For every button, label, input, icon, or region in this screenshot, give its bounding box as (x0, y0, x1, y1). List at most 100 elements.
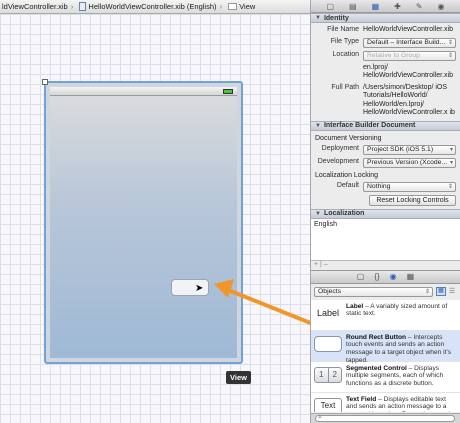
reset-locking-controls-button[interactable]: Reset Locking Controls (369, 194, 456, 206)
development-value: Previous Version (Xcode... (367, 158, 448, 166)
breadcrumb-xib-english-label: HelloWorldViewController.xib (English) (88, 2, 217, 11)
development-popup[interactable]: Previous Version (Xcode... ▾ (363, 157, 456, 168)
full-path-row: Full Path /Users/simon/Desktop/ iOS Tuto… (311, 84, 460, 118)
library-category-value: Objects (318, 287, 342, 295)
library-item-description: Round Rect Button – Intercepts touch eve… (346, 334, 457, 365)
disclosure-triangle-icon: ▼ (315, 122, 321, 129)
library-item-description: Segmented Control – Displays multiple se… (346, 365, 457, 388)
library-search-input[interactable]: ⌕ (315, 414, 455, 422)
label-thumbnail: Label (314, 303, 342, 323)
chevron-down-icon: ▾ (449, 159, 453, 166)
segment-2: 2 (327, 367, 342, 382)
breadcrumb-xib-english[interactable]: HelloWorldViewController.xib (English) › (77, 2, 226, 11)
localization-section-header[interactable]: ▼ Localization (311, 208, 460, 219)
code-snippet-icon[interactable]: {} (374, 272, 379, 281)
library-item-title: Label (346, 302, 364, 310)
xib-file-icon (79, 2, 87, 11)
library-item-title: Round Rect Button (346, 333, 407, 341)
localization-header-label: Localization (323, 210, 365, 217)
popup-arrows-icon: ⇕ (447, 39, 453, 46)
breadcrumb-xib[interactable]: ldViewController.xib › (0, 2, 77, 11)
popup-arrows-icon: ⇕ (424, 288, 430, 295)
view-badge: View (226, 371, 251, 384)
inspector-selector-bar: ▢ ▤ ▦ ✚ ✎ ◉ (311, 0, 460, 13)
text-field-thumbnail: Text (314, 396, 342, 412)
file-type-label: File Type (330, 37, 359, 45)
segment-1: 1 (319, 369, 324, 379)
battery-icon (223, 89, 233, 94)
view-content-area[interactable]: ➤ (50, 96, 237, 358)
full-path-label: Full Path (331, 83, 359, 91)
file-type-popup[interactable]: Default – Interface Build... ⇕ (363, 37, 456, 48)
breadcrumb-xib-label: ldViewController.xib (2, 2, 68, 11)
jump-bar: ldViewController.xib › HelloWorldViewCon… (0, 0, 310, 14)
ib-document-header-label: Interface Builder Document (323, 122, 416, 129)
grid-view-icon[interactable]: ▦ (436, 287, 446, 296)
deployment-popup[interactable]: Project SDK (iOS 5.1) ▾ (363, 144, 456, 155)
simulated-status-bar (50, 87, 237, 96)
chevron-right-icon: › (219, 2, 223, 11)
default-value: Nothing (367, 182, 391, 190)
list-item[interactable]: English (314, 221, 457, 228)
object-library-icon[interactable]: ◉ (390, 272, 397, 281)
segmented-control-thumbnail: 12 (314, 365, 342, 385)
library-search-bar: ⌕ (311, 413, 460, 423)
breadcrumb-view[interactable]: View (226, 2, 256, 11)
mouse-cursor-icon: ➤ (195, 283, 204, 294)
library-item-segmented-control[interactable]: 12 Segmented Control – Displays multiple… (311, 362, 460, 393)
development-label: Development (317, 157, 359, 165)
chevron-right-icon: › (70, 2, 74, 11)
size-inspector-icon[interactable]: ✎ (416, 2, 423, 11)
chevron-down-icon: ▾ (449, 146, 453, 153)
view-icon (228, 3, 238, 10)
development-row: Development Previous Version (Xcode... ▾ (311, 157, 460, 168)
library-filter-bar: Objects ⇕ ▦ ☰ (311, 284, 460, 300)
file-type-row: File Type Default – Interface Build... ⇕ (311, 37, 460, 48)
resize-handle[interactable] (42, 79, 48, 85)
deployment-row: Deployment Project SDK (iOS 5.1) ▾ (311, 144, 460, 155)
location-path-row: en.lproj/ HelloWorldViewController.xib (311, 64, 460, 81)
location-path-value: en.lproj/ HelloWorldViewController.xib (363, 63, 454, 80)
library-item-title: Segmented Control (346, 364, 407, 372)
library-item-label[interactable]: Label Label – A variably sized amount of… (311, 300, 460, 331)
file-name-value[interactable]: HelloWorldViewController.xib (363, 26, 460, 35)
localization-add-remove[interactable]: + | – (311, 261, 460, 270)
round-rect-button-thumbnail (314, 334, 342, 354)
location-row: Location Relative to Group ⇕ (311, 50, 460, 61)
document-versioning-label: Document Versioning (315, 134, 382, 142)
identity-inspector-icon[interactable]: ▦ (372, 2, 380, 11)
library-item-round-rect-button[interactable]: Round Rect Button – Intercepts touch eve… (311, 330, 460, 365)
library-category-popup[interactable]: Objects ⇕ (314, 286, 433, 297)
identity-section-header[interactable]: ▼ Identity (311, 13, 460, 23)
default-popup[interactable]: Nothing ⇕ (363, 181, 456, 192)
library-item-text-field[interactable]: Text Text Field – Displays editable text… (311, 393, 460, 412)
object-library-list[interactable]: Label Label – A variably sized amount of… (311, 299, 460, 412)
utilities-panel: ▢ ▤ ▦ ✚ ✎ ◉ ▼ Identity File Name HelloWo… (310, 0, 460, 423)
file-template-icon[interactable]: ▢ (357, 272, 365, 281)
text-field-icon: Text (314, 397, 342, 412)
quick-help-icon[interactable]: ▤ (349, 2, 357, 11)
ib-document-section-header[interactable]: ▼ Interface Builder Document (311, 120, 460, 131)
list-view-icon[interactable]: ☰ (449, 287, 457, 296)
file-inspector-icon[interactable]: ▢ (326, 2, 334, 11)
file-type-value: Default – Interface Build... (367, 38, 446, 46)
file-name-label: File Name (327, 26, 359, 33)
connections-inspector-icon[interactable]: ◉ (438, 2, 445, 11)
file-name-row: File Name HelloWorldViewController.xib (311, 26, 460, 35)
media-library-icon[interactable]: ▦ (407, 272, 415, 281)
disclosure-triangle-icon: ▼ (315, 15, 321, 21)
library-selector-bar: ▢ {} ◉ ▦ (311, 269, 460, 284)
deployment-value: Project SDK (iOS 5.1) (367, 145, 434, 153)
popup-arrows-icon: ⇕ (447, 183, 453, 190)
label-thumbnail-text: Label (316, 307, 340, 318)
library-item-title: Text Field (346, 395, 377, 403)
attributes-inspector-icon[interactable]: ✚ (394, 2, 401, 11)
iphone-view-frame[interactable]: ➤ (42, 79, 243, 364)
segmented-control-icon: 12 (314, 366, 342, 383)
localization-locking-label: Localization Locking (315, 171, 379, 179)
popup-arrows-icon: ⇕ (447, 52, 453, 59)
ib-canvas[interactable]: ➤ View (0, 14, 310, 423)
location-popup[interactable]: Relative to Group ⇕ (363, 50, 456, 61)
localization-list[interactable]: English (311, 218, 460, 261)
library-item-description: Label – A variably sized amount of stati… (346, 303, 457, 319)
